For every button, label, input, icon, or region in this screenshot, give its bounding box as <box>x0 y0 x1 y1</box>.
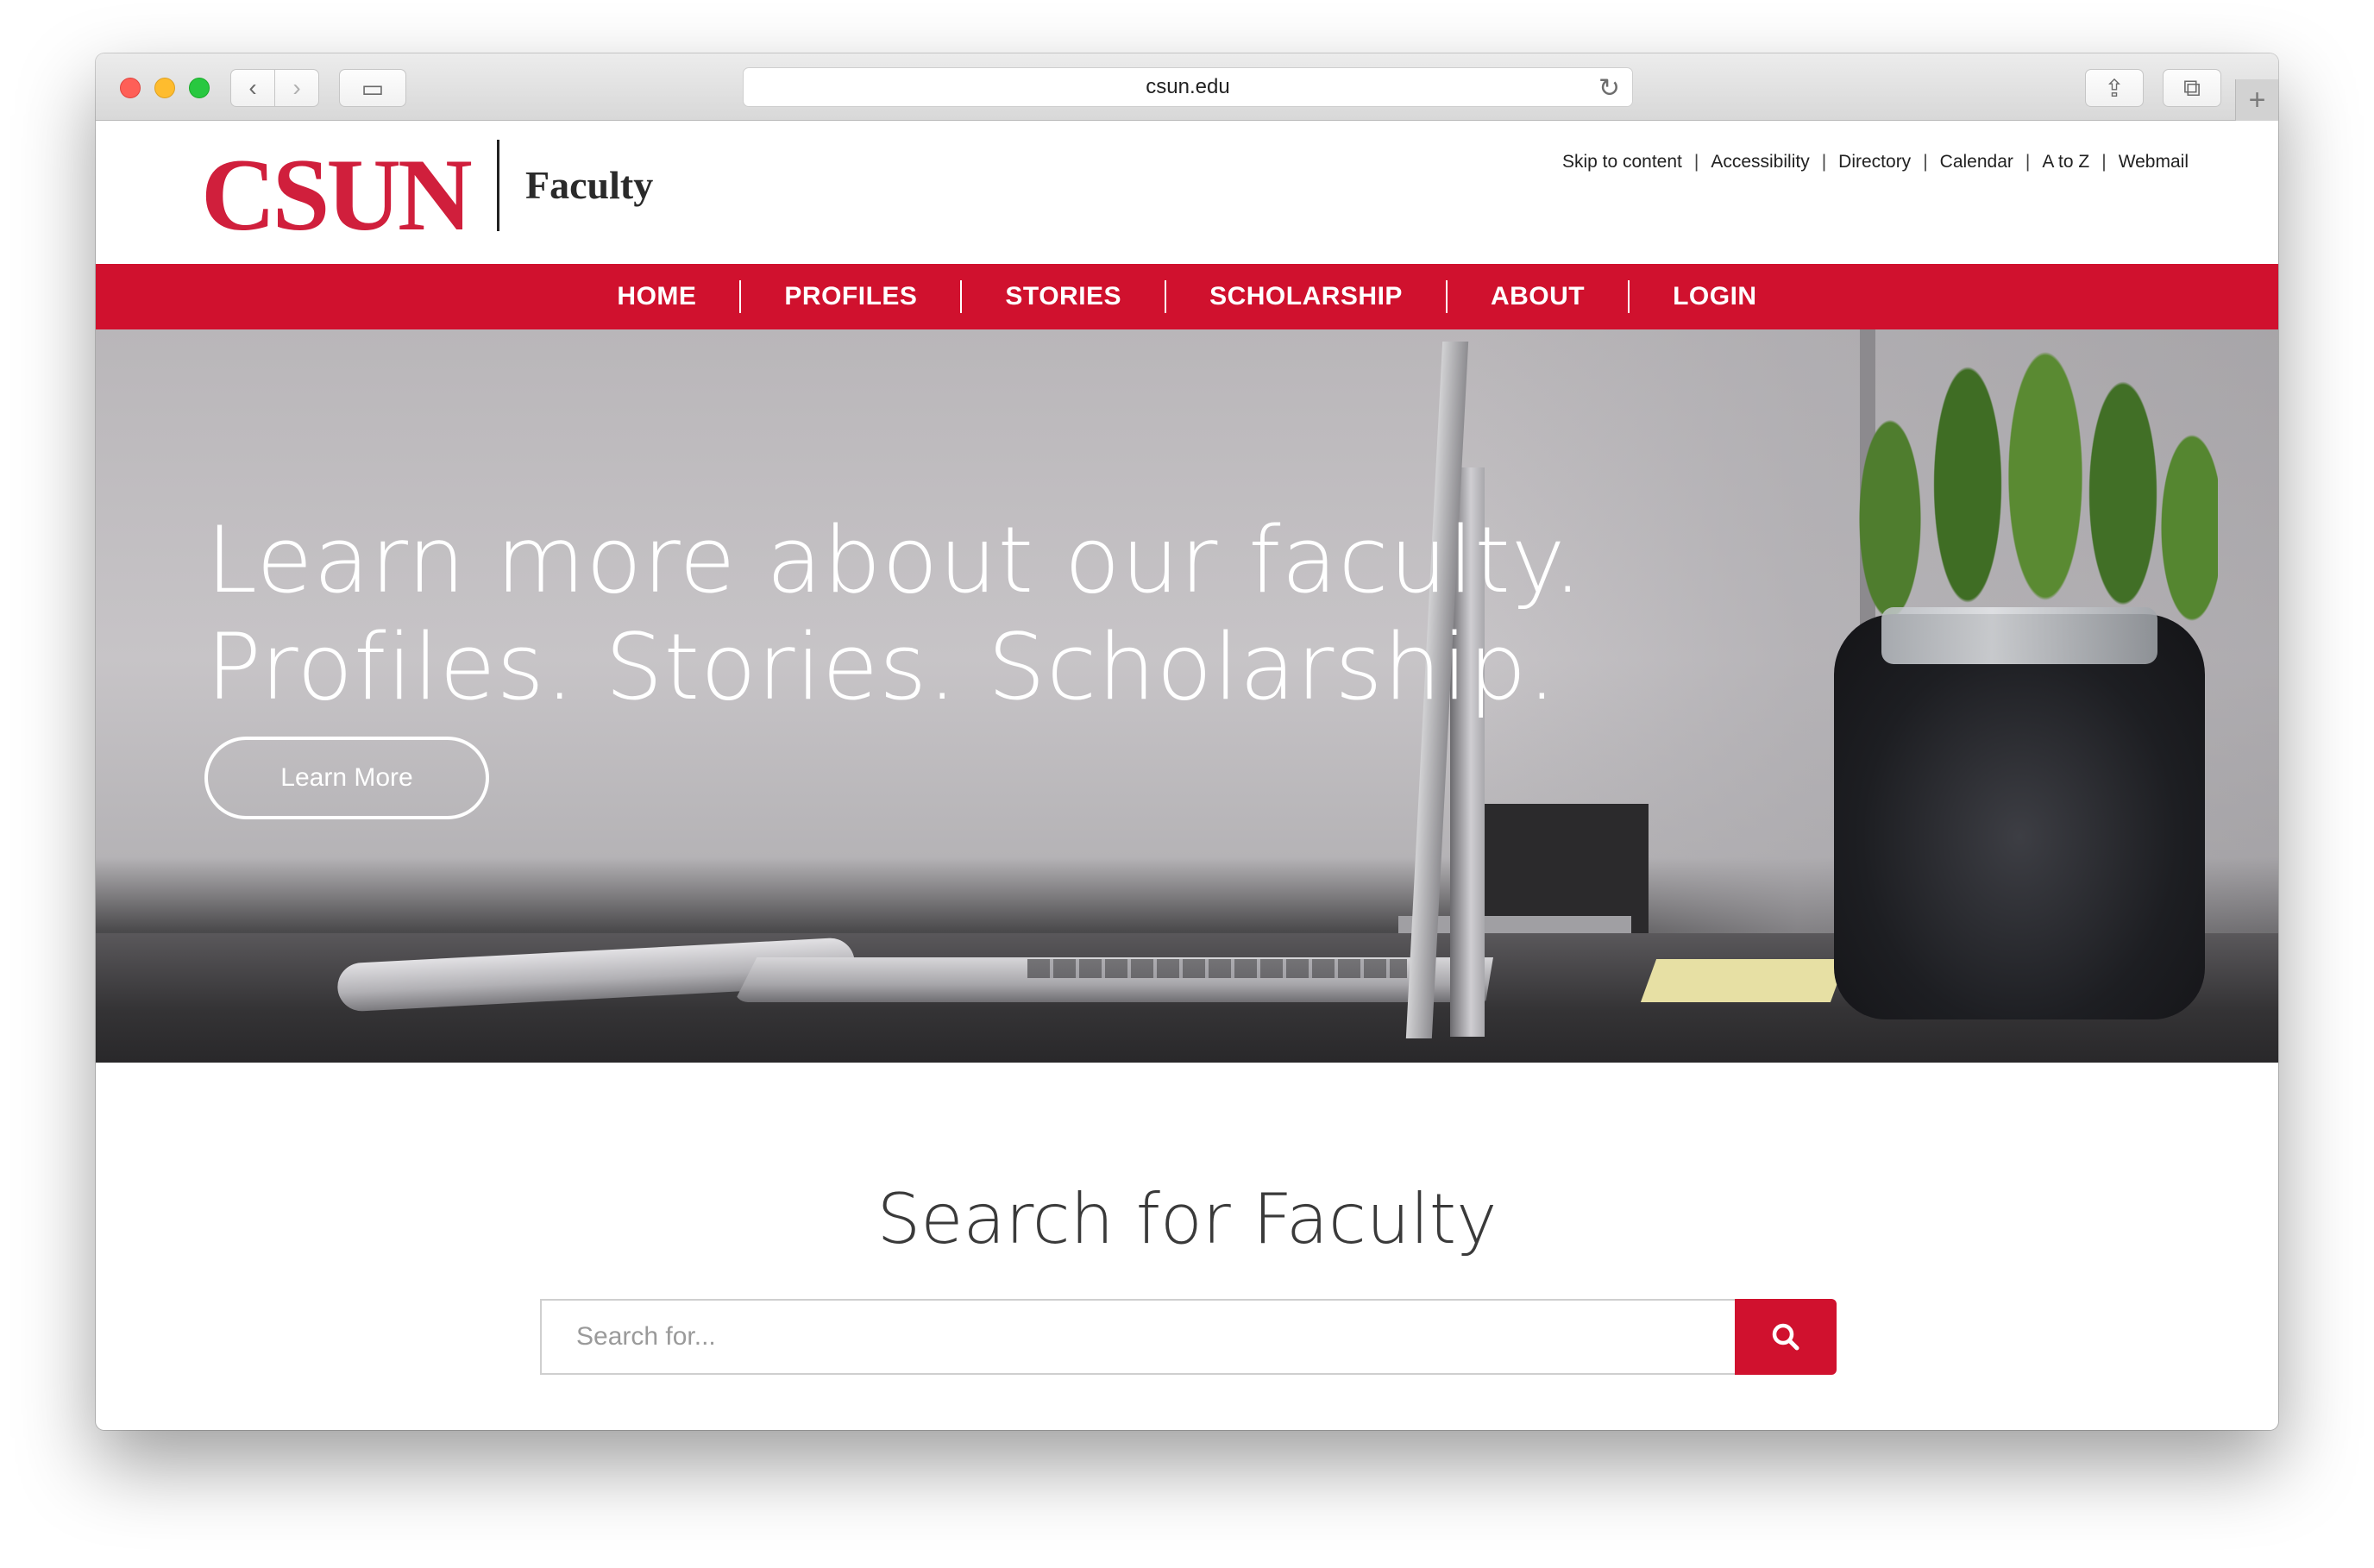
chevron-left-icon: ‹ <box>248 74 257 101</box>
hero-jar-lid <box>1881 607 2157 664</box>
share-icon: ⇪ <box>2104 74 2125 102</box>
nav-item-home[interactable]: HOME <box>574 281 739 312</box>
new-tab-button[interactable]: + <box>2235 79 2278 121</box>
reload-icon[interactable]: ↻ <box>1598 73 1620 103</box>
utility-separator: | <box>1923 152 1928 172</box>
chevron-right-icon: › <box>292 74 301 101</box>
browser-toolbar: ‹ › ▭ csun.edu ↻ ⇪ ⧉ + <box>96 53 2278 121</box>
search-button[interactable] <box>1735 1299 1837 1375</box>
back-button[interactable]: ‹ <box>230 69 275 107</box>
utility-separator: | <box>2101 152 2107 172</box>
search-heading: Search for Faculty <box>876 1179 1498 1259</box>
utility-link-directory[interactable]: Directory <box>1838 152 1911 172</box>
utility-links: Skip to content | Accessibility | Direct… <box>1562 152 2189 172</box>
site-name[interactable]: Faculty <box>525 162 653 208</box>
nav-item-profiles[interactable]: PROFILES <box>741 281 960 312</box>
logo-divider <box>497 140 499 231</box>
utility-link-calendar[interactable]: Calendar <box>1940 152 2013 172</box>
show-tabs-button[interactable]: ⧉ <box>2163 69 2221 107</box>
search-icon <box>1772 1323 1799 1351</box>
utility-link-accessibility[interactable]: Accessibility <box>1711 152 1809 172</box>
address-bar[interactable]: csun.edu ↻ <box>743 67 1633 107</box>
site-header: CSUN Faculty Skip to content | Accessibi… <box>96 121 2278 264</box>
hero-laptop-keys <box>1027 959 1407 978</box>
nav-item-stories[interactable]: STORIES <box>962 281 1165 312</box>
close-window-button[interactable] <box>120 78 141 98</box>
nav-item-about[interactable]: ABOUT <box>1448 281 1628 312</box>
learn-more-button[interactable]: Learn More <box>204 737 489 819</box>
share-button[interactable]: ⇪ <box>2085 69 2144 107</box>
search-input[interactable]: Search for... <box>540 1299 1737 1375</box>
sidebar-toggle-button[interactable]: ▭ <box>339 69 406 107</box>
browser-window: ‹ › ▭ csun.edu ↻ ⇪ ⧉ + CSUN Faculty Skip… <box>96 53 2278 1430</box>
utility-link-webmail[interactable]: Webmail <box>2119 152 2189 172</box>
utility-link-a-to-z[interactable]: A to Z <box>2042 152 2089 172</box>
minimize-window-button[interactable] <box>154 78 175 98</box>
forward-button[interactable]: › <box>274 69 319 107</box>
hero-plant-image <box>1838 329 2218 640</box>
url-text: csun.edu <box>1146 75 1230 98</box>
csun-logo[interactable]: CSUN <box>201 143 473 247</box>
hero-title: Learn more about our faculty. Profiles. … <box>206 507 1583 721</box>
utility-separator: | <box>1693 152 1699 172</box>
plus-icon: + <box>2248 83 2266 116</box>
nav-item-scholarship[interactable]: SCHOLARSHIP <box>1166 281 1446 312</box>
hero-sticky-notes <box>1640 959 1847 1002</box>
utility-separator: | <box>2025 152 2031 172</box>
search-placeholder: Search for... <box>576 1322 716 1351</box>
utility-link-skip-to-content[interactable]: Skip to content <box>1562 152 1682 172</box>
hero-banner: Learn more about our faculty. Profiles. … <box>96 329 2278 1063</box>
hero-jar-image <box>1834 614 2205 1019</box>
sidebar-icon: ▭ <box>361 74 385 102</box>
nav-item-login[interactable]: LOGIN <box>1630 281 1800 312</box>
zoom-window-button[interactable] <box>189 78 210 98</box>
hero-title-line-1: Learn more about our faculty. <box>206 507 1584 613</box>
utility-separator: | <box>1821 152 1827 172</box>
main-nav: HOME PROFILES STORIES SCHOLARSHIP ABOUT … <box>96 264 2278 329</box>
hero-title-line-2: Profiles. Stories. Scholarship. <box>206 614 1558 720</box>
tabs-icon: ⧉ <box>2183 73 2201 101</box>
